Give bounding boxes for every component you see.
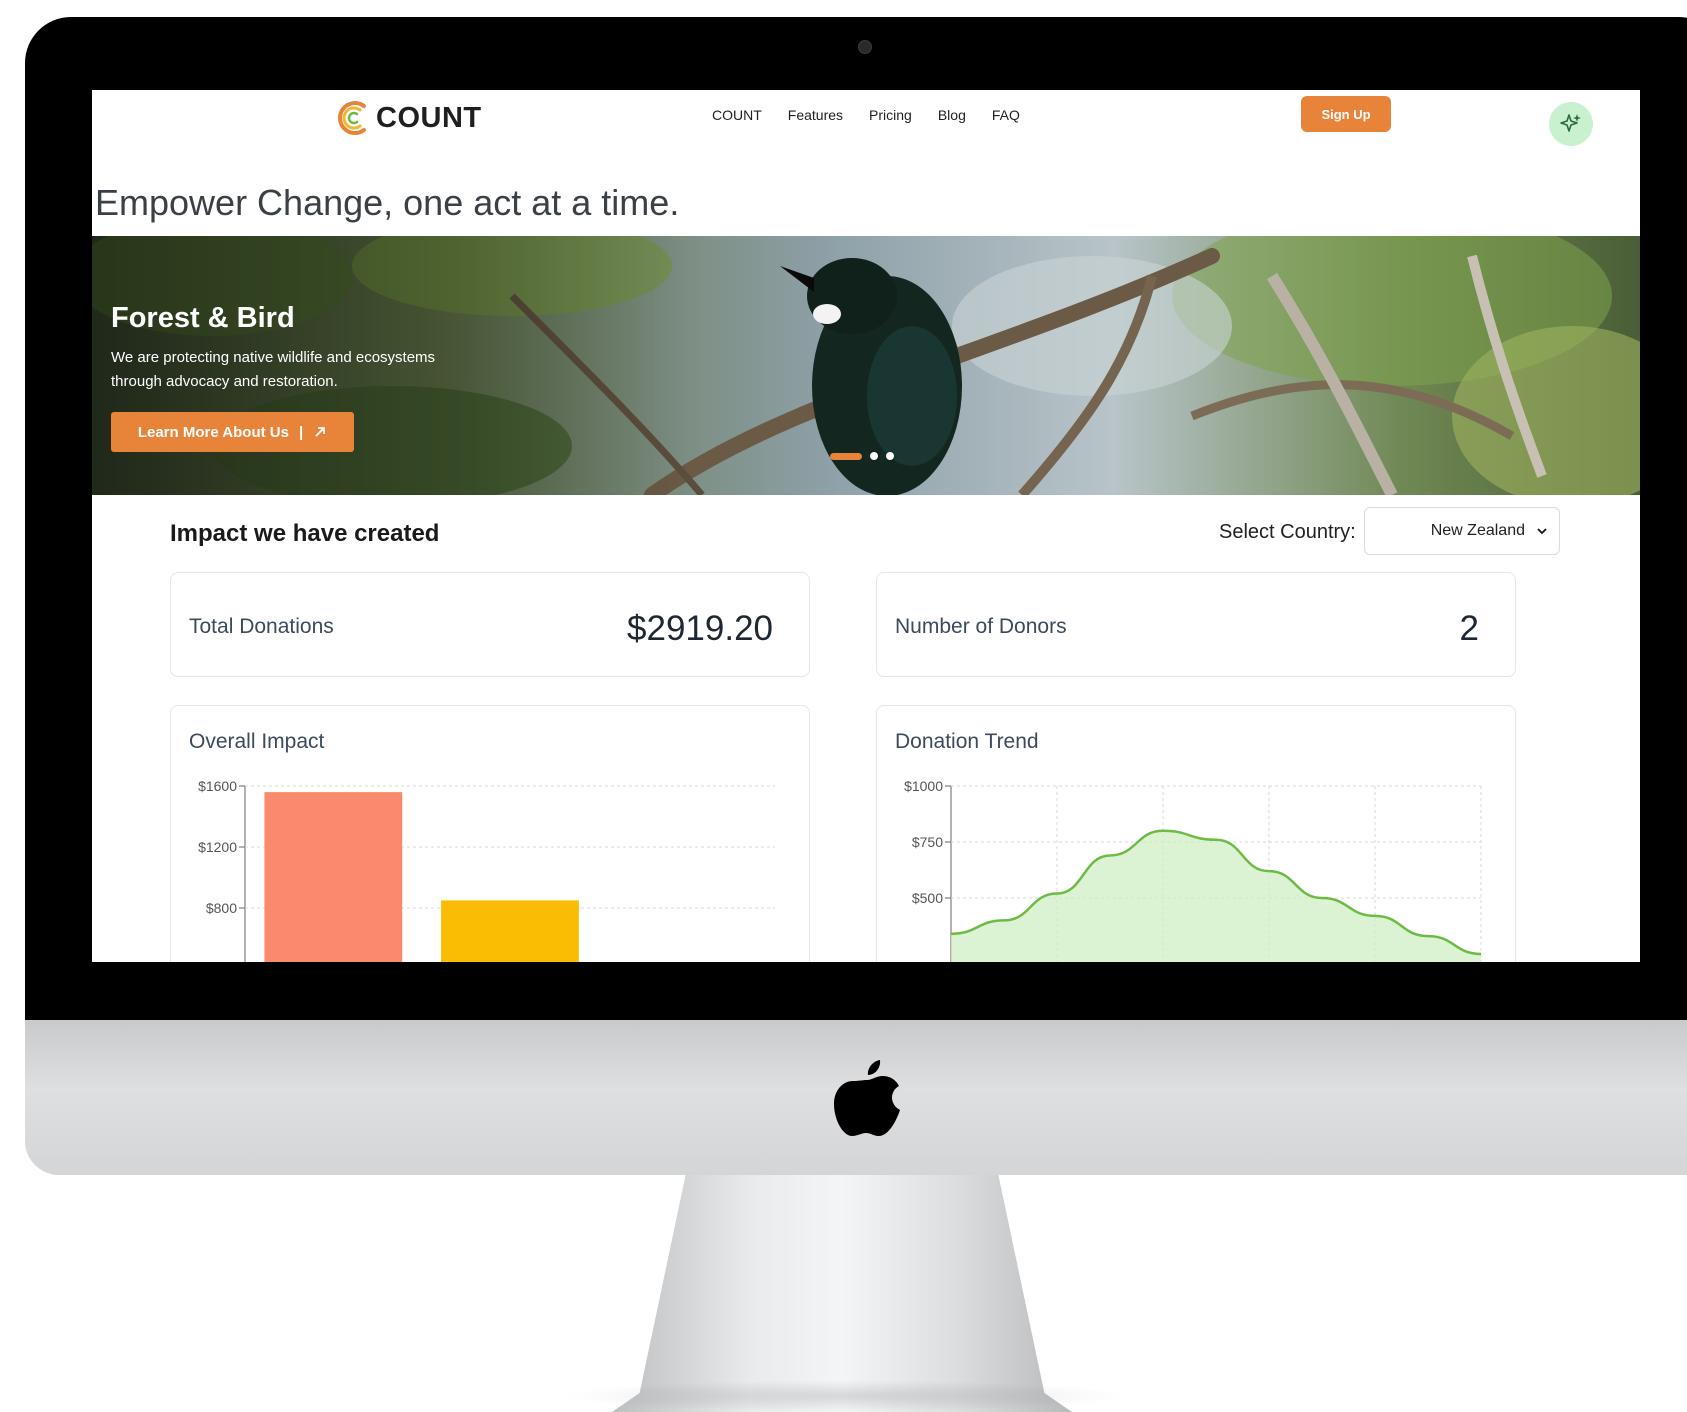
hero-carousel[interactable]: Forest & Bird We are protecting native w… <box>92 236 1640 495</box>
bar-1[interactable] <box>264 792 403 962</box>
nav-link-faq[interactable]: FAQ <box>992 107 1020 123</box>
country-selected-value: New Zealand <box>1430 522 1525 539</box>
donors-label: Number of Donors <box>895 615 1067 638</box>
brand-logo[interactable]: COUNT <box>334 96 482 140</box>
trend-area <box>951 830 1481 962</box>
donation-trend-card: Donation Trend $1000 $750 $500 <box>876 705 1516 962</box>
hero-title: Forest & Bird <box>111 302 295 334</box>
ai-assistant-button[interactable] <box>1549 102 1593 146</box>
hero-description: We are protecting native wildlife and ec… <box>111 349 436 390</box>
country-select-label: Select Country: <box>1219 521 1356 543</box>
carousel-indicators <box>830 452 894 460</box>
y-tick-label: $750 <box>912 834 943 850</box>
page-tagline: Empower Change, one act at a time. <box>95 182 680 223</box>
y-tick-label: $1000 <box>904 778 943 794</box>
learn-more-label: Learn More About Us <box>137 423 289 441</box>
carousel-dot-2[interactable] <box>870 452 878 460</box>
camera-icon <box>858 40 872 54</box>
y-tick-label: $1200 <box>198 839 237 855</box>
top-navigation: COUNT COUNT Features Pricing Blog FAQ Si… <box>92 90 1640 154</box>
impact-section-title: Impact we have created <box>170 520 440 547</box>
bar-2[interactable] <box>441 900 579 962</box>
browser-viewport: COUNT COUNT Features Pricing Blog FAQ Si… <box>92 90 1640 962</box>
nav-link-features[interactable]: Features <box>788 107 843 123</box>
nav-link-count[interactable]: COUNT <box>712 107 762 123</box>
donors-card: Number of Donors 2 <box>876 572 1516 677</box>
donors-value: 2 <box>1459 609 1479 648</box>
monitor-stand <box>612 1175 1072 1412</box>
y-tick-label: $800 <box>206 900 237 916</box>
overall-impact-chart: $1600 $1200 $800 <box>198 778 775 962</box>
chevron-down-icon <box>1537 528 1547 535</box>
apple-logo-icon <box>834 1060 900 1136</box>
carousel-dot-1[interactable] <box>830 452 862 460</box>
sparkle-icon <box>1560 114 1581 132</box>
nav-link-blog[interactable]: Blog <box>938 107 966 123</box>
country-select[interactable]: New Zealand <box>1364 507 1560 555</box>
total-donations-label: Total Donations <box>189 615 334 638</box>
stand-shadow <box>560 1380 1130 1412</box>
learn-more-button[interactable]: Learn More About Us | <box>111 412 354 452</box>
nav-links: COUNT Features Pricing Blog FAQ <box>712 107 1020 123</box>
count-logo-icon <box>338 101 366 135</box>
nav-link-pricing[interactable]: Pricing <box>869 107 912 123</box>
carousel-dot-3[interactable] <box>886 452 894 460</box>
donation-trend-chart: $1000 $750 $500 <box>904 778 1482 962</box>
overall-impact-card: Overall Impact $1600 $1200 $800 <box>170 705 810 962</box>
external-arrow-icon <box>315 427 326 437</box>
button-separator: | <box>298 423 304 441</box>
brand-name: COUNT <box>376 101 482 134</box>
sign-up-button[interactable]: Sign Up <box>1301 96 1391 132</box>
total-donations-value: $2919.20 <box>627 609 773 648</box>
total-donations-card: Total Donations $2919.20 <box>170 572 810 677</box>
y-tick-label: $500 <box>912 890 943 906</box>
y-tick-label: $1600 <box>198 778 237 794</box>
